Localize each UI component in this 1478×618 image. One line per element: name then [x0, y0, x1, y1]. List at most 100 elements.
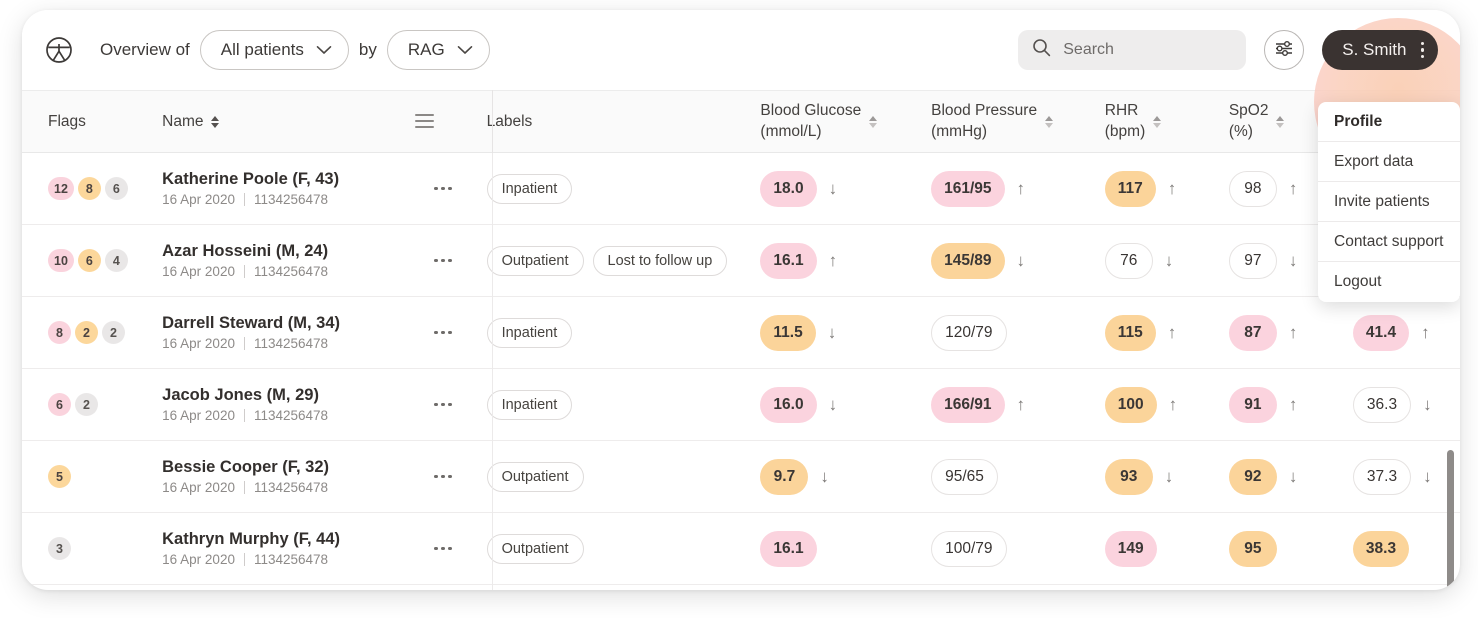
flag-badge[interactable]: 5 — [48, 465, 71, 488]
label-tag[interactable]: Outpatient — [486, 533, 584, 564]
row-actions-button[interactable] — [417, 330, 469, 335]
patient-scope-select[interactable]: All patients — [199, 30, 349, 70]
patient-name-cell[interactable]: Jacob Jones (M, 29) 16 Apr 2020 1134256478 — [151, 386, 417, 423]
patient-meta: 16 Apr 2020 1134256478 — [162, 408, 328, 423]
spo2-value[interactable]: 91 — [1228, 386, 1277, 423]
blood-pressure-value[interactable]: 95/65 — [931, 458, 998, 495]
flag-badge[interactable]: 8 — [77, 177, 101, 200]
blood-pressure-value[interactable]: 145/89 — [931, 242, 1005, 279]
patient-name-cell[interactable]: Katherine Poole (F, 43) 16 Apr 2020 113425… — [151, 170, 417, 207]
spo2-value[interactable]: 92 — [1228, 458, 1277, 495]
table-row[interactable]: 8 2 2 Darrell Steward (M, 34) 16 Apr 2020 113… — [22, 297, 1460, 369]
blood-pressure-value[interactable]: 120/79 — [931, 314, 1007, 351]
blood-pressure-value[interactable]: 100/79 — [931, 530, 1007, 567]
patient-name: Darrell Steward (M, 34) — [162, 314, 341, 332]
label-tag[interactable]: Lost to follow up — [592, 245, 728, 276]
grouping-select[interactable]: RAG — [386, 30, 490, 70]
blood-glucose-cell: 18.0 ↓ — [748, 170, 919, 207]
label-tag[interactable]: Inpatient — [486, 317, 573, 348]
search-input[interactable] — [1063, 41, 1233, 59]
ellipsis-icon — [434, 258, 452, 263]
spo2-value[interactable]: 98 — [1228, 170, 1277, 207]
flag-badge[interactable]: 3 — [48, 537, 71, 560]
rhr-trend-arrow: ↓ — [1164, 251, 1174, 270]
sort-toggle-rhr[interactable] — [1153, 115, 1162, 128]
flag-badge[interactable]: 8 — [48, 321, 71, 344]
row-actions-button[interactable] — [417, 186, 469, 191]
patient-name-cell[interactable]: Bessie Cooper (F, 32) 16 Apr 2020 11342564… — [151, 458, 417, 495]
blood-glucose-trend-arrow: ↓ — [828, 179, 838, 198]
blood-pressure-value[interactable]: 166/91 — [931, 386, 1005, 423]
flag-badge[interactable]: 2 — [75, 321, 98, 344]
blood-glucose-value[interactable]: 16.1 — [760, 242, 817, 279]
spo2-value[interactable]: 97 — [1228, 242, 1277, 279]
rhr-value[interactable]: 149 — [1104, 530, 1157, 567]
user-menu-item[interactable]: Contact support — [1318, 222, 1460, 262]
patient-name-cell[interactable]: Kathryn Murphy (F, 44) 16 Apr 2020 1134256… — [151, 530, 417, 567]
rhr-value[interactable]: 117 — [1104, 170, 1156, 207]
sort-toggle-name[interactable] — [210, 115, 219, 128]
blood-glucose-value[interactable]: 16.0 — [760, 386, 817, 423]
column-header-blood-glucose[interactable]: Blood Glucose (mmol/L) — [748, 101, 919, 143]
row-actions-button[interactable] — [417, 474, 469, 479]
top-bar: Overview of All patients by RAG Search S… — [22, 10, 1460, 90]
blood-glucose-value[interactable]: 16.1 — [760, 530, 817, 567]
table-row[interactable]: 6 2 Jacob Jones (M, 29) 16 Apr 2020 11342564… — [22, 369, 1460, 441]
row-actions-button[interactable] — [417, 402, 469, 407]
column-header-blood-pressure[interactable]: Blood Pressure (mmHg) — [919, 101, 1093, 143]
temperature-cell: 36.3 ↓ — [1341, 386, 1460, 423]
user-menu-item[interactable]: Export data — [1318, 142, 1460, 182]
rhr-value[interactable]: 100 — [1104, 386, 1157, 423]
blood-pressure-value[interactable]: 161/95 — [931, 170, 1005, 207]
user-menu-item[interactable]: Invite patients — [1318, 182, 1460, 222]
labels-cell: Inpatient — [469, 173, 749, 204]
table-row[interactable]: 10 6 4 Azar Hosseini (M, 24) 16 Apr 2020 1134… — [22, 225, 1460, 297]
patient-name-cell[interactable]: Azar Hosseini (M, 24) 16 Apr 2020 11342564… — [151, 242, 417, 279]
flag-badge[interactable]: 2 — [75, 393, 98, 416]
kebab-vertical-icon[interactable] — [1420, 41, 1424, 59]
rhr-value[interactable]: 115 — [1104, 314, 1156, 351]
spo2-value[interactable]: 87 — [1228, 314, 1277, 351]
flag-badge[interactable]: 10 — [48, 249, 74, 272]
blood-glucose-value[interactable]: 18.0 — [760, 170, 817, 207]
user-account-button[interactable]: S. Smith — [1322, 30, 1438, 70]
temperature-value[interactable]: 37.3 — [1352, 458, 1412, 495]
temperature-value[interactable]: 36.3 — [1352, 386, 1412, 423]
spo2-value[interactable]: 95 — [1228, 530, 1277, 567]
table-row[interactable]: 3 Kathryn Murphy (F, 44) 16 Apr 2020 113425… — [22, 513, 1460, 585]
label-tag[interactable]: Outpatient — [486, 461, 584, 492]
sort-toggle-blood-glucose[interactable] — [869, 115, 878, 128]
flag-badge[interactable]: 6 — [48, 393, 71, 416]
row-actions-button[interactable] — [417, 258, 469, 263]
hamburger-menu-icon[interactable] — [414, 113, 434, 128]
rhr-value[interactable]: 93 — [1104, 458, 1153, 495]
label-tag[interactable]: Inpatient — [486, 389, 573, 420]
label-tag[interactable]: Inpatient — [486, 173, 573, 204]
flag-badge[interactable]: 6 — [104, 177, 128, 200]
label-tag[interactable]: Outpatient — [486, 245, 584, 276]
filter-settings-button[interactable] — [1264, 30, 1305, 70]
blood-glucose-cell: 16.1 — [748, 530, 919, 567]
blood-glucose-value[interactable]: 9.7 — [760, 458, 809, 495]
vertical-scrollbar[interactable] — [1447, 450, 1454, 590]
column-header-rhr[interactable]: RHR (bpm) — [1093, 101, 1217, 143]
flag-badge[interactable]: 4 — [104, 249, 128, 272]
flag-badge[interactable]: 2 — [102, 321, 125, 344]
flag-badge[interactable]: 6 — [77, 249, 101, 272]
temperature-value[interactable]: 38.3 — [1352, 530, 1410, 567]
user-menu-item[interactable]: Profile — [1318, 102, 1460, 142]
user-menu-item[interactable]: Logout — [1318, 262, 1460, 302]
flag-badge[interactable]: 12 — [48, 177, 74, 200]
rhr-trend-arrow: ↑ — [1168, 395, 1178, 414]
row-actions-button[interactable] — [417, 546, 469, 551]
table-row[interactable]: 12 8 6 Katherine Poole (F, 43) 16 Apr 2020 11… — [22, 153, 1460, 225]
search-box[interactable] — [1018, 30, 1247, 70]
sort-toggle-spo2[interactable] — [1276, 115, 1285, 128]
blood-glucose-value[interactable]: 11.5 — [760, 314, 816, 351]
temperature-value[interactable]: 41.4 — [1352, 314, 1410, 351]
rhr-value[interactable]: 76 — [1104, 242, 1153, 279]
labels-cell: Inpatient — [469, 317, 749, 348]
patient-name-cell[interactable]: Darrell Steward (M, 34) 16 Apr 2020 113425… — [151, 314, 417, 351]
sort-toggle-blood-pressure[interactable] — [1045, 115, 1054, 128]
table-row[interactable]: 5 Bessie Cooper (F, 32) 16 Apr 2020 1134256… — [22, 441, 1460, 513]
